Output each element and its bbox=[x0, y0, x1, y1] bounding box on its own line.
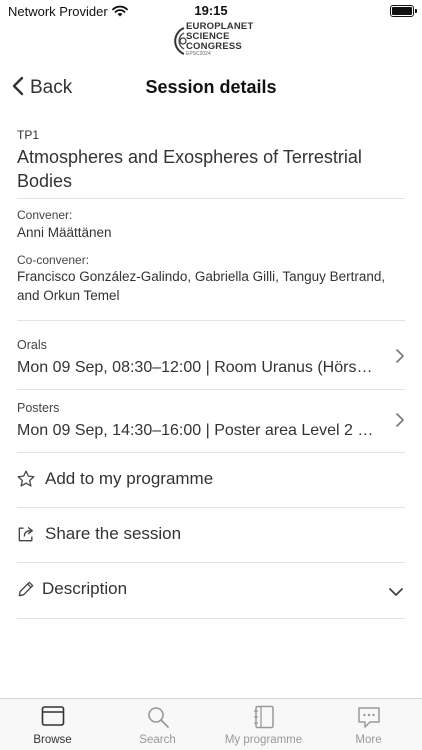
share-session-button[interactable]: Share the session bbox=[0, 508, 422, 562]
notebook-icon bbox=[254, 705, 274, 729]
search-icon bbox=[148, 707, 169, 728]
status-time: 19:15 bbox=[194, 3, 228, 18]
chevron-right-icon bbox=[396, 349, 404, 368]
chat-dots-icon bbox=[358, 707, 380, 728]
tab-search[interactable]: Search bbox=[105, 699, 210, 750]
coconvener-names: Francisco González-Galindo, Gabriella Gi… bbox=[17, 269, 386, 303]
add-to-programme-button[interactable]: Add to my programme bbox=[0, 453, 422, 507]
orals-value: Mon 09 Sep, 08:30–12:00 | Room Uranus (H… bbox=[17, 359, 377, 376]
session-title: Atmospheres and Exospheres of Terrestria… bbox=[17, 147, 362, 191]
browse-icon bbox=[41, 706, 65, 726]
tab-browse-label: Browse bbox=[33, 734, 72, 746]
tab-my-programme[interactable]: My programme bbox=[211, 699, 316, 750]
tab-more[interactable]: More bbox=[316, 699, 421, 750]
star-icon bbox=[16, 469, 36, 494]
status-bar: Network Provider 19:15 bbox=[0, 0, 422, 22]
session-code: TP1 bbox=[17, 128, 40, 142]
tab-my-programme-label: My programme bbox=[224, 734, 303, 746]
chevron-right-icon bbox=[396, 413, 404, 432]
description-label: Description bbox=[42, 579, 128, 598]
tab-browse[interactable]: Browse bbox=[0, 699, 105, 750]
navigation-bar: Back Session details bbox=[0, 64, 422, 112]
convener-label: Convener: bbox=[17, 208, 73, 222]
logo-subtitle: EPSC2024 bbox=[186, 51, 211, 57]
posters-value: Mon 09 Sep, 14:30–16:00 | Poster area Le… bbox=[17, 422, 377, 439]
page-title: Session details bbox=[145, 77, 277, 97]
divider bbox=[17, 618, 405, 619]
share-session-label: Share the session bbox=[45, 524, 182, 543]
battery-icon bbox=[390, 5, 417, 17]
divider bbox=[17, 198, 405, 199]
posters-label: Posters bbox=[17, 401, 60, 415]
add-to-programme-label: Add to my programme bbox=[45, 469, 214, 488]
convener-name: Anni Määttänen bbox=[17, 225, 112, 240]
share-icon bbox=[16, 524, 36, 549]
chevron-down-icon bbox=[388, 584, 404, 602]
app-logo: EUROPLANET SCIENCE CONGRESS EPSC2024 bbox=[164, 20, 254, 60]
coconvener-label: Co-convener: bbox=[17, 253, 90, 267]
tab-bar: Browse Search My programme More bbox=[0, 698, 422, 750]
tab-search-label: Search bbox=[139, 734, 176, 746]
posters-row[interactable]: Posters Mon 09 Sep, 14:30–16:00 | Poster… bbox=[0, 390, 422, 452]
pencil-icon bbox=[16, 579, 36, 604]
description-toggle[interactable]: Description bbox=[0, 563, 422, 617]
orals-label: Orals bbox=[17, 338, 47, 352]
orals-row[interactable]: Orals Mon 09 Sep, 08:30–12:00 | Room Ura… bbox=[0, 321, 422, 389]
planet-logo-icon bbox=[174, 27, 187, 55]
tab-more-label: More bbox=[355, 734, 382, 746]
